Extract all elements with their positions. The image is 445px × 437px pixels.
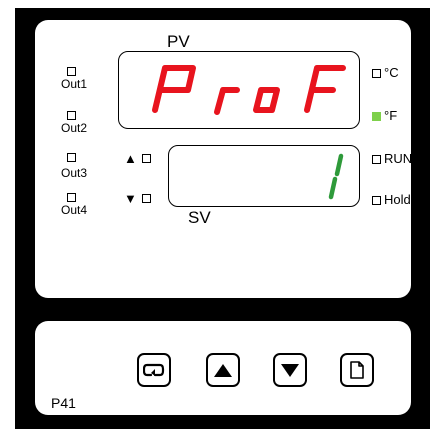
page-icon — [350, 361, 364, 379]
ramp-down-led — [142, 194, 151, 203]
keypad-panel: P41 — [35, 321, 411, 415]
out3-led — [67, 153, 76, 162]
fahrenheit-led — [372, 112, 381, 121]
ramp-up-led — [142, 154, 151, 163]
hold-led — [372, 196, 381, 205]
celsius-led — [372, 69, 381, 78]
ramp-down-icon: ▼ — [124, 191, 137, 206]
controller-bezel: PV SV Out1 Out2 Out3 Out4 ▲ ▼ °C °F RUN … — [15, 8, 430, 429]
run-led — [372, 155, 381, 164]
pv-display — [118, 51, 360, 129]
up-arrow-icon — [214, 363, 232, 377]
out4-label: Out4 — [61, 203, 88, 217]
celsius-label: °C — [384, 65, 399, 80]
out2-label: Out2 — [61, 121, 88, 135]
up-button[interactable] — [206, 353, 240, 387]
page-button[interactable] — [340, 353, 374, 387]
sv-display — [168, 145, 360, 207]
out2-led — [67, 111, 76, 120]
display-panel: PV SV Out1 Out2 Out3 Out4 ▲ ▼ °C °F RUN … — [35, 20, 413, 298]
fahrenheit-label: °F — [384, 108, 398, 123]
run-label: RUN — [384, 151, 413, 166]
down-arrow-icon — [281, 363, 299, 377]
model-label: P41 — [51, 395, 76, 411]
cycle-button[interactable] — [137, 353, 171, 387]
hold-label: Hold — [384, 192, 411, 207]
out1-led — [67, 67, 76, 76]
out4-led — [67, 193, 76, 202]
pv-label: PV — [167, 32, 190, 51]
out1-label: Out1 — [61, 77, 88, 91]
out3-label: Out3 — [61, 166, 88, 180]
sv-label: SV — [188, 208, 211, 227]
down-button[interactable] — [273, 353, 307, 387]
pv-segment-readout — [152, 65, 346, 115]
cycle-icon — [143, 363, 165, 377]
ramp-up-icon: ▲ — [124, 151, 137, 166]
sv-segment-readout — [328, 153, 344, 200]
